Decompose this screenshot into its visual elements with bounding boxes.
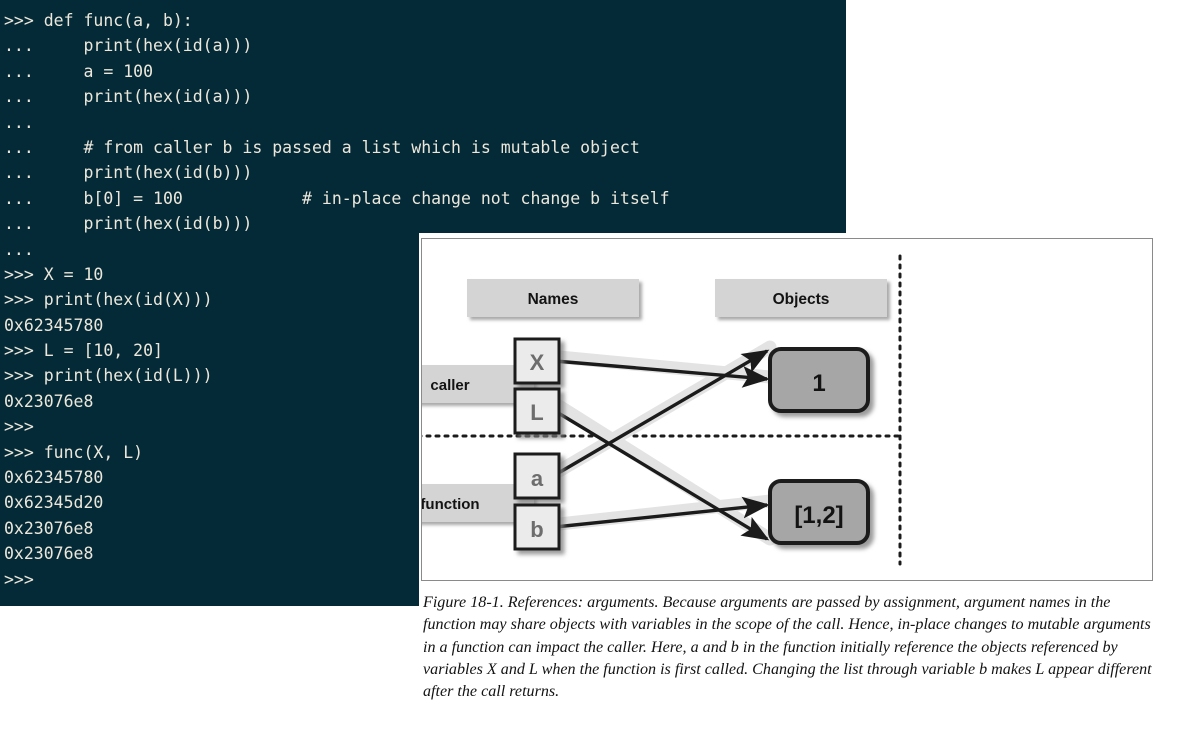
- header-objects-box: Objects: [715, 279, 887, 317]
- figure-caption: Figure 18-1. References: arguments. Beca…: [423, 594, 1152, 701]
- name-box-x-label: X: [530, 350, 545, 375]
- object-box-int: 1: [768, 347, 870, 413]
- object-box-int-label: 1: [812, 370, 825, 397]
- header-objects-label: Objects: [773, 291, 830, 308]
- name-box-l-label: L: [530, 400, 543, 425]
- scope-caller-label: caller: [430, 377, 469, 394]
- terminal-line: ... a = 100: [4, 61, 154, 81]
- name-box-x: X: [513, 337, 561, 385]
- terminal-line: ... print(hex(id(a))): [4, 36, 253, 56]
- references-diagram: Names Objects caller function X L a b 1 …: [422, 254, 906, 566]
- terminal-line: >>> def func(a, b):: [4, 11, 193, 30]
- terminal-line: ... print(hex(id(b))): [4, 214, 253, 234]
- terminal-line: ... # from caller b is passed a list whi…: [4, 137, 640, 157]
- terminal-line: ... b[0] = 100 # in-place change not cha…: [4, 188, 670, 208]
- name-box-l: L: [513, 387, 561, 435]
- figure-panel: Names Objects caller function X L a b 1 …: [421, 238, 1153, 581]
- name-box-a: a: [513, 452, 561, 500]
- name-box-a-label: a: [531, 466, 544, 491]
- object-box-list: [1,2]: [768, 479, 870, 545]
- header-names-box: Names: [467, 279, 639, 317]
- scope-function-label: function: [422, 496, 480, 513]
- name-box-b: b: [513, 503, 561, 551]
- terminal-line: ... print(hex(id(a))): [4, 87, 253, 107]
- terminal-line: ... print(hex(id(b))): [4, 163, 253, 183]
- name-box-b-label: b: [530, 517, 543, 542]
- header-names-label: Names: [528, 291, 579, 308]
- object-box-list-label: [1,2]: [794, 502, 843, 529]
- terminal-line: ...: [4, 112, 34, 132]
